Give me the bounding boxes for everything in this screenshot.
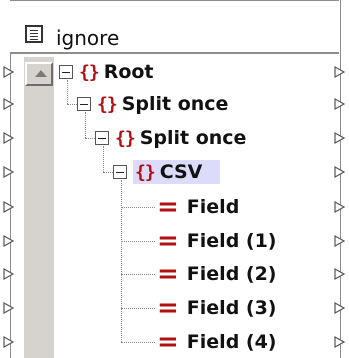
input-connector-icon[interactable] — [3, 132, 15, 144]
collapse-toggle-icon[interactable] — [95, 131, 109, 145]
output-connector-icon[interactable] — [334, 132, 346, 144]
node-label: Split once — [121, 93, 229, 115]
tree-node-field-3[interactable]: = Field (3) — [157, 293, 277, 323]
tree-node-field-2[interactable]: = Field (2) — [157, 259, 277, 289]
field-icon: = — [157, 327, 179, 357]
tree-guide — [103, 172, 113, 173]
input-connector-icon[interactable] — [3, 336, 15, 348]
node-label: Field (2) — [186, 263, 277, 285]
output-connector-icon[interactable] — [334, 268, 346, 280]
node-label: Field (1) — [186, 230, 277, 252]
element-icon: {} — [97, 93, 118, 115]
field-icon: = — [157, 192, 179, 222]
node-label: Split once — [139, 127, 247, 149]
component-header: ignore — [10, 0, 339, 54]
tree-node-field[interactable]: = Field — [157, 192, 239, 222]
tree-node-field-1[interactable]: = Field (1) — [157, 226, 277, 256]
tree-guide — [121, 207, 155, 208]
input-connector-icon[interactable] — [3, 235, 15, 247]
tree-guide — [121, 180, 122, 342]
tree-guide — [121, 342, 155, 343]
input-connector-icon[interactable] — [3, 166, 15, 178]
tree-guide — [121, 241, 155, 242]
output-connector-icon[interactable] — [334, 66, 346, 78]
collapse-toggle-icon[interactable] — [77, 97, 91, 111]
node-label: Field (4) — [186, 331, 277, 353]
tree-node-split-once-nested[interactable]: {} Split once — [95, 123, 246, 153]
arrow-up-icon — [35, 70, 47, 77]
node-label: Field (3) — [186, 297, 277, 319]
output-connector-icon[interactable] — [334, 201, 346, 213]
collapse-toggle-icon[interactable] — [59, 65, 73, 79]
output-connector-icon[interactable] — [334, 302, 346, 314]
output-connector-icon[interactable] — [334, 166, 346, 178]
output-connector-icon[interactable] — [334, 336, 346, 348]
tree-guide — [67, 104, 77, 105]
tree-node-root[interactable]: {} Root — [59, 57, 154, 87]
element-icon: {} — [79, 61, 100, 83]
element-icon: {} — [115, 127, 136, 149]
output-connector-icon[interactable] — [334, 98, 346, 110]
output-connector-icon[interactable] — [334, 235, 346, 247]
input-connector-icon[interactable] — [3, 98, 15, 110]
node-label: Root — [103, 61, 154, 83]
tree-guide — [121, 308, 155, 309]
node-label: Field — [186, 196, 240, 218]
tree-node-field-4[interactable]: = Field (4) — [157, 327, 277, 357]
tree-node-csv[interactable]: {} CSV — [113, 157, 221, 187]
field-icon: = — [157, 293, 179, 323]
field-icon: = — [157, 226, 179, 256]
scrollbar-track[interactable] — [24, 57, 54, 358]
collapse-toggle-icon[interactable] — [113, 165, 127, 179]
input-connector-icon[interactable] — [3, 66, 15, 78]
tree-guide — [121, 274, 155, 275]
field-icon: = — [157, 259, 179, 289]
input-connector-icon[interactable] — [3, 302, 15, 314]
element-icon: {} — [135, 162, 156, 183]
selection-highlight: {} CSV — [133, 160, 221, 184]
input-connector-icon[interactable] — [3, 268, 15, 280]
component-title: ignore — [56, 26, 120, 50]
document-icon — [25, 25, 43, 43]
tree-node-split-once[interactable]: {} Split once — [77, 89, 228, 119]
tree-guide — [85, 138, 95, 139]
input-connector-icon[interactable] — [3, 201, 15, 213]
node-label: CSV — [159, 161, 203, 183]
scroll-up-button[interactable] — [25, 62, 53, 86]
